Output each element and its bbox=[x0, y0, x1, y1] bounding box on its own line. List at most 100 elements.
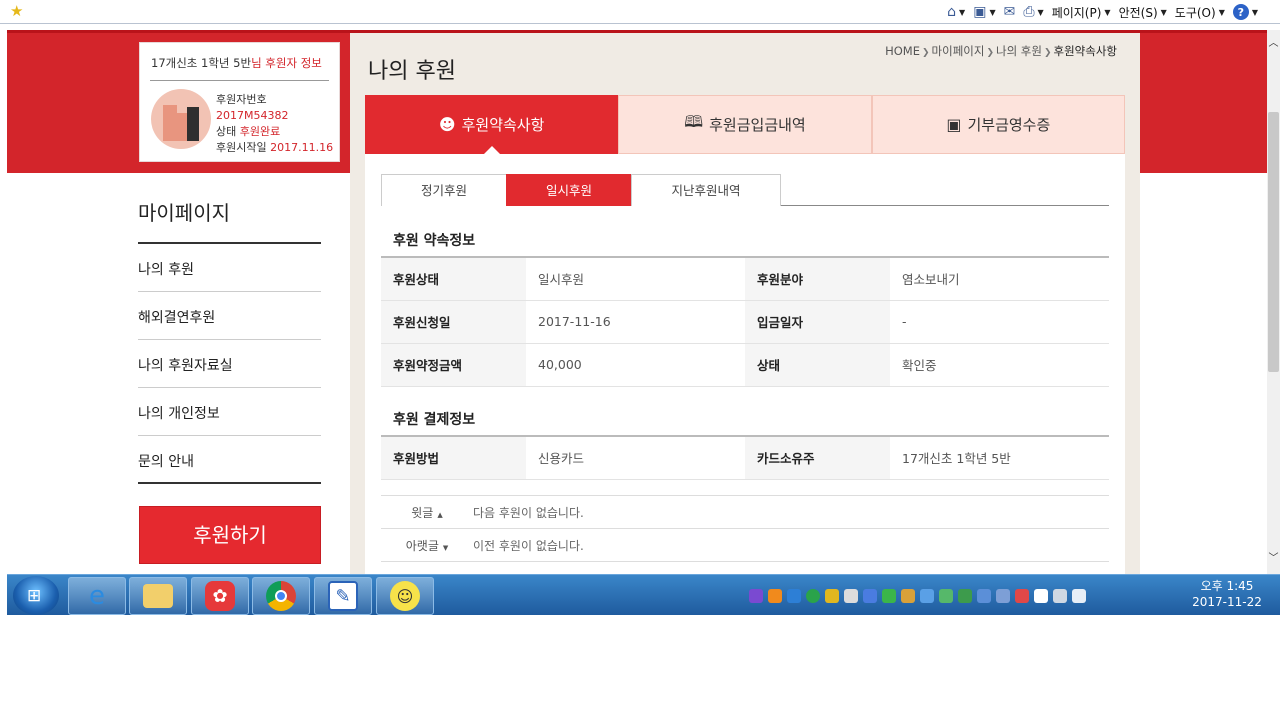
scroll-up-icon[interactable]: ︿ bbox=[1267, 34, 1280, 49]
tab-donation-promise[interactable]: ☻ 후원약속사항 bbox=[365, 95, 619, 154]
nav-label: 아랫글 ▼ bbox=[381, 537, 473, 554]
chevron-down-icon: ▼ bbox=[1160, 7, 1167, 17]
tray-app-icon[interactable] bbox=[958, 589, 972, 603]
taskbar-chrome[interactable] bbox=[252, 577, 310, 615]
table-row: 후원상태 일시후원 후원분야 염소보내기 bbox=[381, 257, 1109, 301]
right-column-bg bbox=[1140, 173, 1267, 574]
nav-label: 윗글 ▲ bbox=[381, 504, 473, 521]
caret-down-icon: ▼ bbox=[442, 543, 449, 552]
cell-label: 후원약정금액 bbox=[381, 343, 526, 387]
cell-value: 일시후원 bbox=[526, 257, 745, 301]
taskbar-clock[interactable]: 오후 1:45 2017-11-22 bbox=[1182, 578, 1272, 610]
section-title-promise: 후원 약속정보 bbox=[393, 233, 476, 249]
nav-label-text: 윗글 bbox=[411, 505, 434, 520]
keyboard-icon[interactable] bbox=[844, 589, 858, 603]
scroll-down-icon[interactable]: ﹀ bbox=[1267, 549, 1280, 564]
donor-row-label: 후원자번호 bbox=[216, 93, 267, 106]
tab-label: 후원금입금내역 bbox=[709, 116, 806, 134]
lock-icon[interactable] bbox=[825, 589, 839, 603]
content-box: 정기후원 일시후원 지난후원내역 후원 약속정보 후원상태 일시후원 후원분야 … bbox=[365, 154, 1125, 574]
taskbar-ie[interactable]: e bbox=[68, 577, 126, 615]
donor-info-card: 17개신초 1학년 5반님 후원자 정보 후원자번호 2017M54382 상태… bbox=[139, 42, 340, 162]
web-page: 17개신초 1학년 5반님 후원자 정보 후원자번호 2017M54382 상태… bbox=[7, 30, 1267, 574]
safety-menu-label: 안전(S) bbox=[1118, 5, 1158, 20]
breadcrumb-mypage[interactable]: 마이페이지 bbox=[932, 44, 985, 58]
chevron-down-icon: ▼ bbox=[1104, 7, 1111, 17]
breadcrumb-current: 후원약속사항 bbox=[1053, 44, 1117, 58]
chrome-icon bbox=[266, 581, 296, 611]
tray-app-icon[interactable] bbox=[977, 589, 991, 603]
security-icon[interactable] bbox=[882, 589, 896, 603]
cell-label: 후원신청일 bbox=[381, 300, 526, 344]
feeds-button[interactable]: ▣ ▼ bbox=[973, 4, 995, 20]
tray-app-icon[interactable] bbox=[768, 589, 782, 603]
taskbar-messenger[interactable]: ☺ bbox=[376, 577, 434, 615]
smiley-icon: ☻ bbox=[438, 115, 456, 134]
breadcrumb-my-donation[interactable]: 나의 후원 bbox=[996, 44, 1042, 58]
sidebar-item-overseas[interactable]: 해외결연후원 bbox=[138, 292, 321, 340]
shield-icon[interactable] bbox=[787, 589, 801, 603]
subtab-past[interactable]: 지난후원내역 bbox=[631, 174, 781, 206]
donate-button[interactable]: 후원하기 bbox=[139, 506, 321, 564]
caret-up-icon: ▲ bbox=[437, 510, 443, 519]
tab-deposit-history[interactable]: 🕮 후원금입금내역 bbox=[618, 95, 872, 154]
scroll-thumb[interactable] bbox=[1268, 112, 1279, 372]
volume-icon[interactable] bbox=[1072, 589, 1086, 603]
tray-app-icon[interactable] bbox=[939, 589, 953, 603]
next-post-row[interactable]: 아랫글 ▼ 이전 후원이 없습니다. bbox=[381, 529, 1109, 562]
cell-value: 염소보내기 bbox=[890, 257, 1109, 301]
sidebar-item-archive[interactable]: 나의 후원자료실 bbox=[138, 340, 321, 388]
start-button[interactable]: ⊞ bbox=[13, 576, 59, 615]
favorites-star-icon[interactable]: ★ bbox=[10, 2, 23, 20]
building-shape bbox=[177, 113, 187, 141]
help-button[interactable]: ? ▼ bbox=[1232, 4, 1258, 20]
chevron-down-icon: ▼ bbox=[1251, 7, 1258, 17]
tray-app-icon[interactable] bbox=[996, 589, 1010, 603]
cell-value: 17개신초 1학년 5반 bbox=[890, 436, 1109, 480]
sidebar-item-personal-info[interactable]: 나의 개인정보 bbox=[138, 388, 321, 436]
sidebar-item-my-donation[interactable]: 나의 후원 bbox=[138, 244, 321, 292]
messenger-icon: ☺ bbox=[390, 581, 420, 611]
clock-time: 오후 1:45 bbox=[1200, 579, 1254, 593]
taskbar-hwp[interactable]: ✎ bbox=[314, 577, 372, 615]
subtab-regular[interactable]: 정기후원 bbox=[381, 174, 507, 206]
cell-label: 상태 bbox=[745, 343, 890, 387]
flag-icon[interactable] bbox=[1034, 589, 1048, 603]
tab-label: 후원약속사항 bbox=[461, 116, 545, 134]
tray-app-icon[interactable] bbox=[901, 589, 915, 603]
mail-button[interactable]: ✉ bbox=[1004, 4, 1016, 20]
prev-post-row[interactable]: 윗글 ▲ 다음 후원이 없습니다. bbox=[381, 496, 1109, 529]
app-icon: ✿ bbox=[205, 581, 235, 611]
chevron-right-icon: ❯ bbox=[986, 48, 994, 58]
tray-app-icon[interactable] bbox=[749, 589, 763, 603]
tray-app-icon[interactable] bbox=[863, 589, 877, 603]
table-row: 후원약정금액 40,000 상태 확인중 bbox=[381, 343, 1109, 387]
donor-start-date: 2017.11.16 bbox=[270, 141, 334, 154]
chevron-down-icon: ▼ bbox=[959, 7, 966, 17]
clock-icon[interactable] bbox=[806, 589, 820, 603]
safety-menu[interactable]: 안전(S) ▼ bbox=[1119, 4, 1167, 21]
print-icon: ⎙ bbox=[1023, 4, 1035, 20]
subtab-onetime[interactable]: 일시후원 bbox=[506, 174, 632, 206]
page-scrollbar[interactable]: ︿ ﹀ bbox=[1267, 30, 1280, 574]
tray-app-icon[interactable] bbox=[1015, 589, 1029, 603]
table-row: 후원신청일 2017-11-16 입금일자 - bbox=[381, 300, 1109, 344]
taskbar-app-red[interactable]: ✿ bbox=[191, 577, 249, 615]
tray-app-icon[interactable] bbox=[920, 589, 934, 603]
tab-donation-receipt[interactable]: ▣ 기부금영수증 bbox=[871, 95, 1125, 154]
chevron-down-icon: ▼ bbox=[1037, 7, 1044, 17]
cell-label: 후원분야 bbox=[745, 257, 890, 301]
building-shape bbox=[187, 107, 199, 141]
cell-value: - bbox=[890, 300, 1109, 344]
page-menu[interactable]: 페이지(P) ▼ bbox=[1052, 4, 1111, 21]
print-button[interactable]: ⎙ ▼ bbox=[1023, 4, 1043, 20]
donor-row: 후원자번호 bbox=[216, 92, 333, 108]
tools-menu[interactable]: 도구(O) ▼ bbox=[1175, 4, 1225, 21]
breadcrumb-home[interactable]: HOME bbox=[885, 44, 920, 58]
taskbar-explorer[interactable] bbox=[129, 577, 187, 615]
donor-name: 17개신초 1학년 5반 bbox=[151, 56, 252, 70]
home-button[interactable]: ⌂ ▼ bbox=[947, 4, 965, 20]
network-icon[interactable] bbox=[1053, 589, 1067, 603]
donor-title-suffix: 님 후원자 정보 bbox=[251, 56, 322, 70]
sidebar-item-inquiry[interactable]: 문의 안내 bbox=[138, 436, 321, 484]
